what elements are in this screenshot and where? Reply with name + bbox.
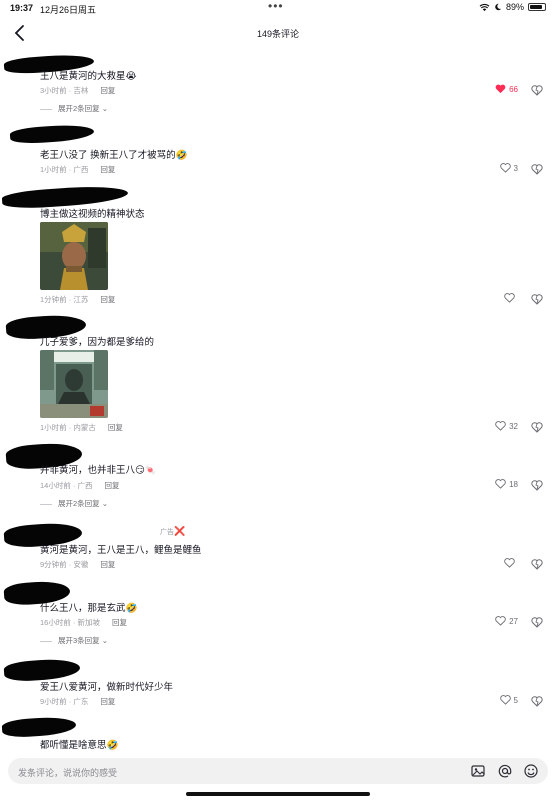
heart-outline-icon — [504, 293, 515, 303]
comments-header: 149条评论 — [0, 20, 556, 46]
expand-replies-button[interactable]: 展开2条回复 ⌄ — [40, 103, 108, 114]
comment-text: 并非黄河，也并非王八😏🍬 — [40, 465, 157, 476]
comment-meta: 14小时前 · 广西 回复 — [40, 481, 120, 490]
heart-outline-icon — [499, 695, 511, 705]
comment-input-placeholder: 发条评论，说说你的感受 — [18, 768, 118, 778]
battery-level-fill — [530, 5, 542, 9]
dislike-icon[interactable] — [530, 615, 544, 629]
like-count: 66 — [509, 84, 518, 94]
heart-outline-icon — [495, 479, 506, 489]
chevron-down-icon: ⌄ — [101, 499, 109, 508]
moon-icon — [495, 3, 502, 11]
like-count: 27 — [509, 616, 518, 626]
status-bar: 19:37 12月26日周五 ••• 89% — [0, 0, 556, 16]
dislike-icon[interactable] — [530, 83, 544, 97]
heart-outline-icon — [495, 616, 506, 626]
image-icon[interactable] — [470, 763, 486, 779]
comment-text: 博主做这视频的精神状态 — [40, 209, 145, 220]
at-icon[interactable] — [497, 763, 513, 779]
comment-text: 黄河是黄河，王八是王八，鲤鱼是鲤鱼 — [40, 545, 202, 556]
comment-text: 什么王八，那是玄武🤣 — [40, 603, 138, 614]
expand-replies-button[interactable]: 展开3条回复 ⌄ — [40, 635, 108, 646]
dislike-icon[interactable] — [530, 162, 544, 176]
chevron-down-icon: ⌄ — [101, 636, 109, 645]
poster-thumbnail — [40, 350, 108, 418]
comment-meta: 16小时前 · 新加坡 回复 — [40, 618, 128, 627]
like-button[interactable]: 66 — [478, 84, 518, 94]
comment-meta: 1小时前 · 内蒙古 回复 — [40, 423, 123, 432]
photo-thumbnail — [40, 222, 108, 290]
heart-outline-icon — [504, 558, 515, 568]
heart-outline-icon — [499, 163, 511, 173]
comment-text: 王八是黄河的大救星😭 — [40, 71, 137, 82]
comment-count-title: 149条评论 — [256, 29, 300, 39]
multitask-dots-icon[interactable]: ••• — [268, 0, 284, 13]
reply-button[interactable]: 回复 — [100, 697, 115, 706]
comment-meta: 1小时前 · 广西 回复 — [40, 165, 116, 174]
reply-button[interactable]: 回复 — [100, 295, 115, 304]
heart-outline-icon — [495, 421, 506, 431]
redacted-avatar-name — [1, 715, 77, 739]
ad-label: 广告❌ — [160, 526, 186, 536]
chevron-down-icon: ⌄ — [101, 104, 109, 113]
comment-text: 都听懂是啥意思🤣 — [40, 740, 119, 751]
reply-button[interactable]: 回复 — [105, 481, 120, 490]
like-count: 18 — [509, 479, 518, 489]
like-button[interactable] — [478, 293, 518, 303]
wifi-icon — [479, 3, 490, 11]
status-date: 12月26日周五 — [40, 5, 97, 15]
like-button[interactable]: 27 — [478, 616, 518, 626]
status-time: 19:37 — [10, 3, 34, 13]
comment-image-thumbnail[interactable] — [40, 222, 108, 290]
comment-text: 老王八没了 换新王八了才被骂的🤣 — [40, 150, 188, 161]
battery-percent: 89% — [505, 2, 524, 12]
home-indicator[interactable] — [186, 792, 370, 796]
reply-button[interactable]: 回复 — [100, 560, 115, 569]
like-count: 3 — [513, 163, 518, 173]
emoji-icon[interactable] — [523, 763, 539, 779]
like-count: 5 — [513, 695, 518, 705]
redacted-avatar-name — [9, 123, 95, 145]
dislike-icon[interactable] — [530, 478, 544, 492]
like-button[interactable]: 5 — [478, 695, 518, 705]
like-button[interactable] — [478, 558, 518, 568]
reply-button[interactable]: 回复 — [108, 423, 123, 432]
battery-icon — [528, 3, 546, 11]
heart-filled-icon — [495, 84, 506, 94]
expand-replies-button[interactable]: 展开2条回复 ⌄ — [40, 498, 108, 509]
reply-button[interactable]: 回复 — [112, 618, 127, 627]
like-count: 32 — [509, 421, 518, 431]
like-button[interactable]: 18 — [478, 479, 518, 489]
close-ad-icon[interactable]: ❌ — [174, 526, 185, 536]
comment-meta: 9小时前 · 广东 回复 — [40, 697, 116, 706]
comment-input-bar[interactable]: 发条评论，说说你的感受 — [8, 758, 548, 784]
dislike-icon[interactable] — [530, 292, 544, 306]
comment-meta: 9分钟前 · 安徽 回复 — [40, 560, 116, 569]
comment-image-thumbnail[interactable] — [40, 350, 108, 418]
comment-text: 儿子爱爹，因为都是爹给的 — [40, 337, 155, 348]
dislike-icon[interactable] — [530, 420, 544, 434]
like-button[interactable]: 32 — [478, 421, 518, 431]
comment-meta: 3小时前 · 吉林 回复 — [40, 86, 116, 95]
like-button[interactable]: 3 — [478, 163, 518, 173]
dislike-icon[interactable] — [530, 557, 544, 571]
comment-meta: 1分钟前 · 江苏 回复 — [40, 295, 116, 304]
reply-button[interactable]: 回复 — [100, 165, 115, 174]
dislike-icon[interactable] — [530, 694, 544, 708]
comment-text: 爱王八爱黄河，做新时代好少年 — [40, 682, 174, 693]
reply-button[interactable]: 回复 — [100, 86, 115, 95]
